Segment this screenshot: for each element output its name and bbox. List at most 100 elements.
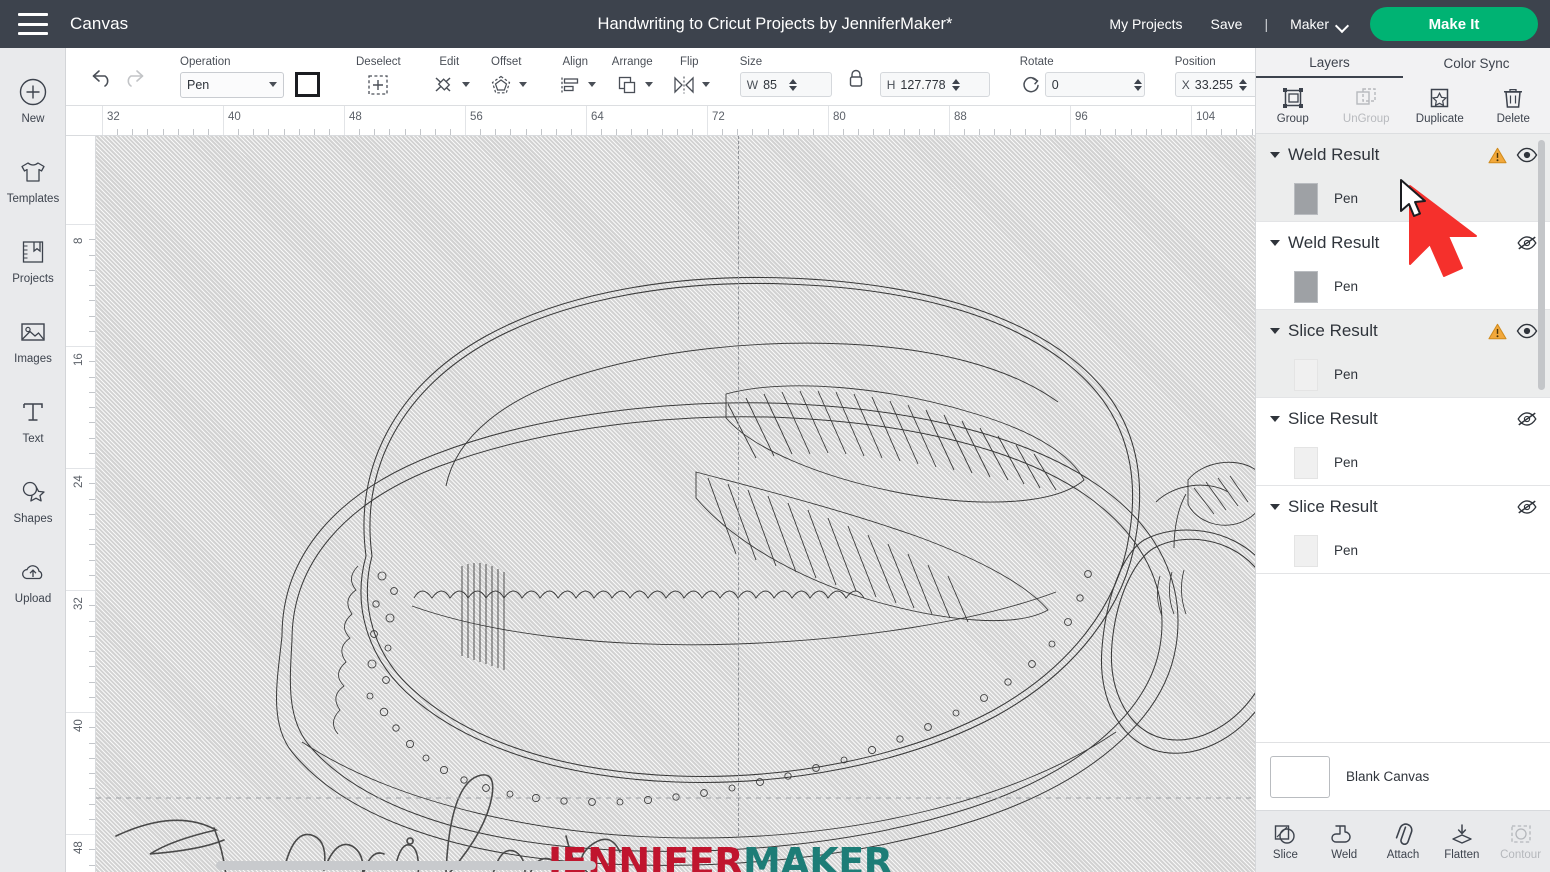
layer-group[interactable]: Slice Result Pen [1256,310,1550,398]
ruler-minor-tick [1024,129,1026,135]
chevron-down-icon[interactable] [1270,416,1280,422]
layer-group[interactable]: Weld Result Pen [1256,134,1550,222]
slice-label: Slice [1272,849,1298,861]
layer-child-row[interactable]: Pen [1256,528,1550,573]
operation-select[interactable]: Pen [180,71,284,98]
width-field[interactable]: W 85 [739,72,832,97]
ruler-minor-tick [1100,129,1102,135]
align-button[interactable] [555,72,585,98]
contour-button[interactable]: Contour [1491,811,1550,872]
design-artwork[interactable] [96,136,1255,872]
layer-header[interactable]: Slice Result [1256,398,1550,440]
chevron-down-icon[interactable] [518,82,527,87]
layer-color-chip[interactable] [1294,446,1318,479]
chevron-down-icon[interactable] [701,82,710,87]
layer-color-chip[interactable] [1294,534,1318,567]
position-x-field[interactable]: X 33.255 [1174,72,1267,97]
eye-hidden-icon[interactable] [1516,411,1538,427]
layer-group[interactable]: Slice Result Pen [1256,398,1550,486]
chevron-down-icon[interactable] [1270,240,1280,246]
sidebar-item-projects[interactable]: Projects [0,220,66,300]
design-mat[interactable]: JENNIFERMAKER [96,136,1255,872]
layer-header[interactable]: Slice Result [1256,310,1550,352]
chevron-down-icon[interactable] [1270,152,1280,158]
hamburger-icon[interactable] [18,13,48,35]
attach-button[interactable]: Attach [1374,811,1433,872]
layer-group[interactable]: Weld Result Pen [1256,222,1550,310]
layers-scrollbar[interactable] [1538,140,1545,390]
layer-header[interactable]: Weld Result [1256,222,1550,264]
layer-child-label: Pen [1334,191,1359,206]
ruler-minor-tick [1039,129,1041,135]
sidebar-item-new[interactable]: New [0,60,66,140]
duplicate-button[interactable]: Duplicate [1403,78,1477,133]
undo-button[interactable] [88,64,118,90]
rotate-stepper[interactable] [1133,78,1142,91]
chevron-down-icon[interactable] [1270,328,1280,334]
sidebar-item-shapes[interactable]: Shapes [0,460,66,540]
ruler-minor-tick [1054,129,1056,135]
machine-selector[interactable]: Maker [1276,16,1362,32]
offset-group: Offset [478,48,535,106]
eye-visible-icon[interactable] [1516,147,1538,163]
eye-visible-icon[interactable] [1516,323,1538,339]
layer-list[interactable]: Weld Result Pen Weld Result Pen Slice Re… [1256,134,1550,742]
layer-child-row[interactable]: Pen [1256,352,1550,397]
chevron-down-icon[interactable] [461,82,470,87]
ruler-minor-tick [147,129,149,135]
deselect-button[interactable] [363,72,393,98]
delete-button[interactable]: Delete [1477,78,1550,133]
chevron-down-icon[interactable] [1270,504,1280,510]
edit-button[interactable] [429,72,459,98]
blank-canvas-swatch[interactable] [1270,755,1330,798]
ungroup-button[interactable]: UnGroup [1330,78,1404,133]
layer-color-chip[interactable] [1294,270,1318,303]
lock-icon[interactable] [846,68,866,90]
sidebar-item-images[interactable]: Images [0,300,66,380]
chevron-down-icon[interactable] [644,82,653,87]
group-button[interactable]: Group [1256,78,1330,133]
layer-header[interactable]: Slice Result [1256,486,1550,528]
horizontal-scrollbar[interactable] [216,861,596,870]
weld-button[interactable]: Weld [1315,811,1374,872]
warning-icon[interactable] [1488,146,1507,165]
rotate-icon[interactable] [1020,74,1042,96]
arrange-button[interactable] [612,72,642,98]
layer-color-chip[interactable] [1294,182,1318,215]
offset-button[interactable] [486,72,516,98]
flip-button[interactable] [669,72,699,98]
align-label: Align [562,55,589,68]
sidebar-item-text[interactable]: Text [0,380,66,460]
layer-color-chip[interactable] [1294,358,1318,391]
layer-header[interactable]: Weld Result [1256,134,1550,176]
layer-child-row[interactable]: Pen [1256,176,1550,221]
my-projects-link[interactable]: My Projects [1095,16,1196,32]
image-icon [21,322,45,341]
width-stepper[interactable] [789,78,798,91]
blank-canvas-row[interactable]: Blank Canvas [1256,742,1550,810]
flatten-button[interactable]: Flatten [1432,811,1491,872]
slice-button[interactable]: Slice [1256,811,1315,872]
ruler-minor-tick [313,129,315,135]
warning-icon[interactable] [1488,322,1507,341]
layer-child-row[interactable]: Pen [1256,440,1550,485]
sidebar-item-upload[interactable]: Upload [0,540,66,620]
rotate-field[interactable]: 0 [1044,72,1145,97]
position-x-stepper[interactable] [1239,78,1247,91]
make-it-button[interactable]: Make It [1370,7,1538,41]
sidebar-item-templates[interactable]: Templates [0,140,66,220]
save-button[interactable]: Save [1197,16,1257,32]
height-field[interactable]: H 127.778 [879,72,990,97]
eye-hidden-icon[interactable] [1516,499,1538,515]
tab-layers[interactable]: Layers [1256,48,1403,78]
canvas-area[interactable]: 32 40 48 56 64 72 80 88 96 104 8 16 24 32 40 48 [66,106,1255,872]
tab-color-sync[interactable]: Color Sync [1403,48,1550,78]
height-stepper[interactable] [951,78,960,91]
color-swatch-button[interactable] [295,72,320,97]
chevron-down-icon[interactable] [587,82,596,87]
layer-child-row[interactable]: Pen [1256,264,1550,309]
layer-group[interactable]: Slice Result Pen [1256,486,1550,574]
redo-button[interactable] [118,64,148,90]
align-icon [561,77,578,92]
eye-hidden-icon[interactable] [1516,235,1538,251]
